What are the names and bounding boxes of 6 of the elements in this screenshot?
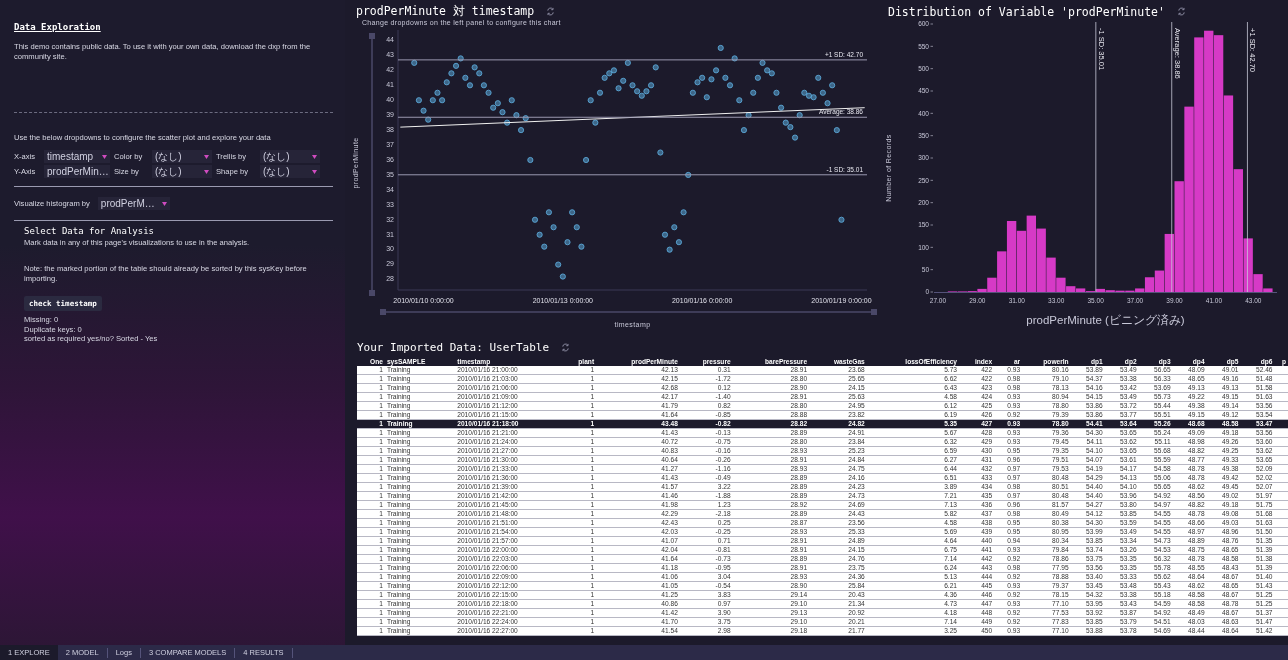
axis-title: prodPerMinute (ビニング済み) (1026, 314, 1185, 326)
chart-title: Distribution of Variable 'prodPerMinute' (888, 4, 1165, 19)
table-title: Your Imported Data: UserTable (357, 341, 550, 354)
panel-heading: Data Exploration (14, 22, 102, 32)
chart-title: prodPerMinute 対 timestamp (356, 4, 535, 19)
section-title: Select Data for Analysis (24, 226, 156, 236)
